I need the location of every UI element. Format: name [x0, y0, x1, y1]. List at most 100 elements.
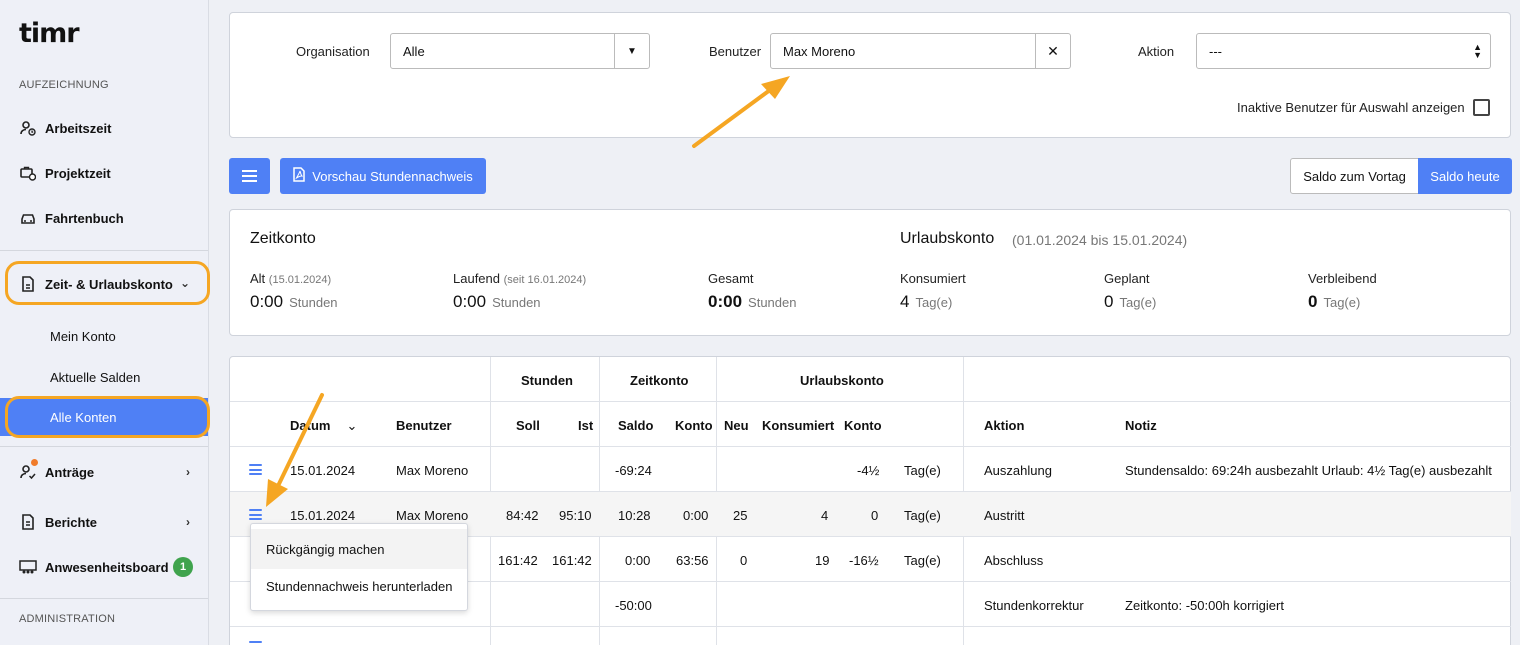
- cell-aktion: Auszahlung: [984, 463, 1052, 478]
- cell-benutzer: Max Moreno: [396, 463, 469, 478]
- sidebar-item-arbeitszeit[interactable]: Arbeitszeit: [0, 108, 208, 148]
- sidebar-divider: [0, 250, 208, 251]
- sidebar-item-label: Anträge: [45, 464, 95, 480]
- urlaubskonto-title: Urlaubskonto: [900, 230, 995, 247]
- organisation-select[interactable]: Alle ▼: [390, 33, 650, 69]
- verbleibend-value: 0 Tag(e): [1308, 292, 1361, 311]
- list-menu-button[interactable]: [229, 158, 270, 194]
- hamburger-icon: [242, 170, 257, 182]
- sidebar-divider: [0, 446, 208, 447]
- section-label-recording: AUFZEICHNUNG: [19, 79, 109, 91]
- count-badge: 1: [173, 557, 193, 577]
- laufend-label: Laufend (seit 16.01.2024): [453, 271, 587, 286]
- undo-menu-item[interactable]: Rückgängig machen: [251, 529, 467, 569]
- pdf-icon: [293, 167, 306, 185]
- cell-urlaub-konto: -16½: [849, 553, 879, 568]
- inactive-users-label: Inaktive Benutzer für Auswahl anzeigen: [1237, 100, 1465, 115]
- header-ist: Ist: [578, 418, 594, 433]
- header-konsumiert: Konsumiert: [762, 418, 835, 433]
- cell-aktion: Abschluss: [984, 553, 1044, 568]
- group-header-stunden: Stunden: [521, 373, 573, 388]
- sidebar-subitem-alle-konten[interactable]: Alle Konten: [0, 398, 208, 436]
- row-menu-icon[interactable]: [249, 509, 262, 520]
- header-datum[interactable]: Datum ⌄: [290, 418, 357, 434]
- cell-datum: 15.01.2024: [290, 463, 356, 478]
- sort-chevron-icon: ⌄: [346, 418, 358, 433]
- cell-saldo: -50:00: [615, 598, 652, 613]
- cell-datum: 15.01.2024: [290, 508, 356, 523]
- header-notiz: Notiz: [1125, 418, 1157, 433]
- cell-urlaub-konto: 0: [871, 508, 879, 523]
- konsumiert-label: Konsumiert: [900, 271, 966, 286]
- cell-konsumiert: 19: [815, 553, 830, 568]
- sidebar-item-fahrtenbuch[interactable]: Fahrtenbuch: [0, 198, 208, 238]
- cell-notiz: Stundensaldo: 69:24h ausbezahlt Urlaub: …: [1125, 463, 1492, 478]
- cell-unit: Tag(e): [904, 463, 941, 478]
- cell-saldo: 0:00: [625, 553, 651, 568]
- sidebar-divider: [0, 598, 208, 599]
- report-icon: [19, 513, 37, 531]
- app-window: timr AUFZEICHNUNG Arbeitszeit Projektzei…: [0, 0, 1520, 645]
- notification-dot: [31, 459, 38, 466]
- sidebar-item-label: Zeit- & Urlaubskonto: [45, 276, 173, 292]
- download-stundennachweis-menu-item[interactable]: Stundennachweis herunterladen: [251, 566, 467, 606]
- row-menu-icon[interactable]: [249, 641, 262, 645]
- benutzer-label: Benutzer: [709, 44, 762, 59]
- verbleibend-label: Verbleibend: [1308, 271, 1377, 286]
- group-header-urlaubskonto: Urlaubskonto: [800, 373, 884, 388]
- sidebar-item-label: Fahrtenbuch: [45, 210, 124, 226]
- cell-soll: 84:42: [506, 508, 539, 523]
- cell-neu: 25: [733, 508, 748, 523]
- inactive-users-checkbox[interactable]: [1473, 99, 1490, 116]
- sidebar-subitem-mein-konto[interactable]: Mein Konto: [0, 317, 208, 355]
- cell-saldo: 10:28: [618, 508, 651, 523]
- organisation-label: Organisation: [296, 44, 370, 59]
- header-saldo: Saldo: [618, 418, 654, 433]
- header-benutzer[interactable]: Benutzer: [396, 418, 452, 433]
- benutzer-value: Max Moreno: [783, 43, 856, 59]
- benutzer-select[interactable]: Max Moreno ✕: [770, 33, 1071, 69]
- chevron-right-icon: ›: [186, 515, 190, 529]
- sidebar-item-label: Arbeitszeit: [45, 120, 112, 136]
- sidebar-item-projektzeit[interactable]: Projektzeit: [0, 153, 208, 193]
- sidebar-item-anwesenheitsboard[interactable]: Anwesenheitsboard 1: [0, 547, 208, 587]
- konsumiert-value: 4 Tag(e): [900, 292, 953, 311]
- cell-soll: 161:42: [498, 553, 538, 568]
- geplant-value: 0 Tag(e): [1104, 292, 1157, 311]
- sidebar-subitem-aktuelle-salden[interactable]: Aktuelle Salden: [0, 358, 208, 396]
- timr-logo: timr: [19, 18, 80, 49]
- cell-ist: 161:42: [552, 553, 592, 568]
- sidebar-item-berichte[interactable]: Berichte ›: [0, 502, 208, 542]
- cell-unit: Tag(e): [904, 508, 941, 523]
- filter-card: [229, 12, 1511, 138]
- briefcase-clock-icon: [19, 164, 37, 182]
- sidebar-item-antraege[interactable]: Anträge ›: [0, 452, 208, 492]
- urlaubskonto-range: (01.01.2024 bis 15.01.2024): [1012, 232, 1188, 248]
- chevron-right-icon: ›: [186, 465, 190, 479]
- row-menu-icon[interactable]: [249, 464, 262, 475]
- saldo-vortag-button[interactable]: Saldo zum Vortag: [1290, 158, 1419, 194]
- gesamt-value: 0:00 Stunden: [708, 292, 797, 311]
- saldo-heute-button[interactable]: Saldo heute: [1418, 158, 1512, 194]
- aktion-select[interactable]: --- ▲ ▼: [1196, 33, 1491, 69]
- cell-saldo: -69:24: [615, 463, 652, 478]
- chevron-down-icon: ⌄: [179, 276, 190, 290]
- cell-aktion: Austritt: [984, 508, 1025, 523]
- section-label-admin: ADMINISTRATION: [19, 613, 116, 625]
- zeitkonto-title: Zeitkonto: [250, 230, 316, 247]
- caret-down-icon[interactable]: ▼: [614, 34, 649, 68]
- updown-arrows-icon: ▲ ▼: [1473, 42, 1482, 60]
- cell-benutzer: Max Moreno: [396, 508, 469, 523]
- geplant-label: Geplant: [1104, 271, 1150, 286]
- header-soll: Soll: [516, 418, 540, 433]
- sidebar: timr AUFZEICHNUNG Arbeitszeit Projektzei…: [0, 0, 210, 645]
- preview-stundennachweis-button[interactable]: Vorschau Stundennachweis: [280, 158, 486, 194]
- aktion-value: ---: [1209, 43, 1222, 59]
- cell-ist: 95:10: [559, 508, 592, 523]
- clear-icon[interactable]: ✕: [1035, 34, 1070, 68]
- sidebar-item-zeit-urlaubskonto[interactable]: Zeit- & Urlaubskonto ⌄: [0, 264, 208, 304]
- laufend-value: 0:00 Stunden: [453, 292, 541, 311]
- row-context-menu: Rückgängig machen Stundennachweis herunt…: [250, 523, 468, 611]
- sidebar-item-label: Anwesenheitsboard: [45, 559, 169, 575]
- header-urlaub-konto: Konto: [844, 418, 882, 433]
